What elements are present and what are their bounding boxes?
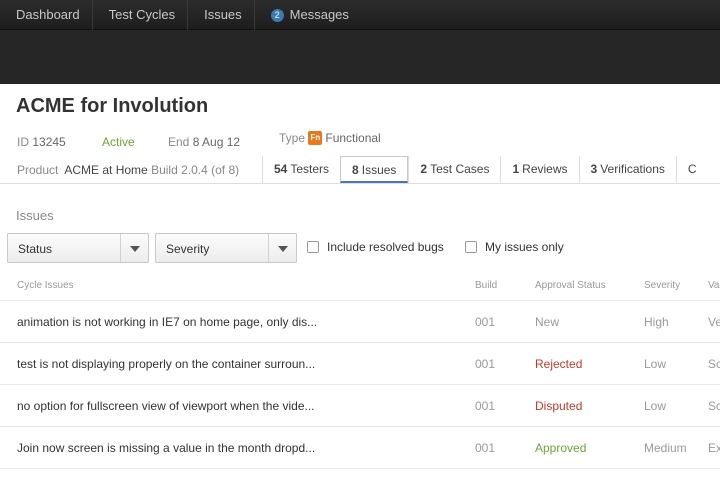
column-header-severity[interactable]: Severity	[644, 280, 680, 291]
table-row[interactable]: no option for fullscreen view of viewpor…	[0, 384, 720, 426]
nav-test-cycles[interactable]: Test Cycles	[93, 0, 189, 30]
cycle-id: ID 13245	[17, 135, 66, 149]
type-value: Functional	[325, 131, 381, 145]
product-info: Product ACME at Home Build 2.0.4 (of 8)	[17, 163, 239, 177]
tab-count: 8	[352, 163, 359, 177]
issue-title[interactable]: animation is not working in IE7 on home …	[17, 315, 317, 329]
tab-label: Test Cases	[430, 162, 490, 176]
tab-issues[interactable]: 8 Issues	[340, 156, 409, 183]
issue-build: 001	[475, 315, 496, 329]
nav-label: Test Cycles	[108, 7, 176, 22]
issue-severity: Low	[644, 399, 667, 413]
id-value: 13245	[32, 135, 66, 149]
issue-title[interactable]: Join now screen is missing a value in th…	[17, 441, 315, 455]
select-label: Status	[18, 242, 53, 256]
issue-extra: Sc	[708, 399, 720, 413]
nav-dashboard[interactable]: Dashboard	[0, 0, 93, 30]
issue-extra: Ex	[708, 441, 720, 455]
top-nav: Dashboard Test Cycles Issues 2 Messages	[0, 0, 720, 30]
issue-title[interactable]: no option for fullscreen view of viewpor…	[17, 399, 315, 413]
tab-reviews[interactable]: 1 Reviews	[500, 156, 578, 183]
checkbox-box[interactable]	[307, 241, 319, 253]
column-header-approval-status[interactable]: Approval Status	[535, 280, 606, 291]
nav-issues[interactable]: Issues	[188, 0, 255, 30]
cycle-type: Type Fn Functional	[279, 131, 381, 145]
chevron-down-icon	[120, 234, 148, 262]
tab-label: Reviews	[522, 162, 568, 176]
issues-section-heading: Issues	[16, 208, 54, 223]
tab-truncated[interactable]: C	[675, 156, 708, 183]
column-header-build[interactable]: Build	[475, 280, 497, 291]
table-row[interactable]: test is not displaying properly on the c…	[0, 342, 720, 384]
severity-filter-select[interactable]: Severity	[155, 233, 297, 263]
cycle-tabs: 54 Testers 8 Issues 2 Test Cases 1 Reviews 3…	[262, 156, 708, 183]
issues-table-header: Cycle Issues Build Approval Status Sever…	[0, 276, 720, 300]
functional-type-icon: Fn	[308, 131, 323, 145]
table-divider	[0, 468, 720, 469]
end-label: End	[168, 135, 190, 149]
id-label: ID	[17, 135, 29, 149]
approval-status: New	[535, 315, 560, 329]
my-issues-checkbox[interactable]: My issues only	[465, 240, 564, 254]
checkbox-label: Include resolved bugs	[327, 240, 444, 254]
tab-label: Verifications	[600, 162, 665, 176]
tab-count: 3	[590, 162, 598, 176]
status-active-text: Active	[102, 135, 135, 149]
approval-status: Rejected	[535, 357, 583, 371]
status-filter-select[interactable]: Status	[7, 233, 149, 263]
nav-messages[interactable]: 2 Messages	[255, 0, 361, 30]
nav-label: Messages	[289, 7, 349, 22]
tab-label: C	[687, 162, 697, 176]
issue-build: 001	[475, 357, 496, 371]
approval-status: Approved	[535, 441, 587, 455]
build-info: Build 2.0.4 (of 8)	[151, 163, 240, 177]
issue-build: 001	[475, 399, 496, 413]
column-header-cycle-issues[interactable]: Cycle Issues	[17, 280, 74, 291]
issue-extra: Ve	[708, 315, 720, 329]
tab-testers[interactable]: 54 Testers	[262, 156, 340, 183]
tab-label: Testers	[290, 162, 330, 176]
header-band	[0, 30, 720, 84]
column-header-truncated[interactable]: Va	[708, 280, 720, 291]
issues-table-body: animation is not working in IE7 on home …	[0, 300, 720, 469]
page-title: ACME for Involution	[16, 95, 209, 117]
tab-count: 54	[274, 162, 288, 176]
checkbox-box[interactable]	[465, 241, 477, 253]
issue-title[interactable]: test is not displaying properly on the c…	[17, 357, 315, 371]
select-label: Severity	[166, 242, 210, 256]
checkbox-label: My issues only	[485, 240, 564, 254]
tab-test-cases[interactable]: 2 Test Cases	[408, 156, 500, 183]
tab-verifications[interactable]: 3 Verifications	[578, 156, 676, 183]
tab-label: Issues	[361, 163, 397, 177]
tab-count: 2	[420, 162, 428, 176]
type-label: Type	[279, 131, 306, 145]
nav-label: Issues	[204, 7, 242, 22]
end-value: 8 Aug 12	[192, 135, 241, 149]
issue-severity: Low	[644, 357, 667, 371]
issue-extra: Sc	[708, 357, 720, 371]
messages-count-badge: 2	[270, 8, 284, 22]
nav-label: Dashboard	[16, 7, 80, 22]
product-label: Product	[17, 163, 59, 177]
issue-severity: High	[644, 315, 669, 329]
table-row[interactable]: Join now screen is missing a value in th…	[0, 426, 720, 468]
tab-count: 1	[512, 162, 520, 176]
issue-build: 001	[475, 441, 496, 455]
product-name: ACME at Home	[64, 163, 148, 177]
table-row[interactable]: animation is not working in IE7 on home …	[0, 300, 720, 342]
approval-status: Disputed	[535, 399, 583, 413]
issue-severity: Medium	[644, 441, 687, 455]
include-resolved-checkbox[interactable]: Include resolved bugs	[307, 240, 444, 254]
chevron-down-icon	[268, 234, 296, 262]
cycle-status: Active	[102, 135, 135, 149]
cycle-end-date: End 8 Aug 12	[168, 135, 240, 149]
